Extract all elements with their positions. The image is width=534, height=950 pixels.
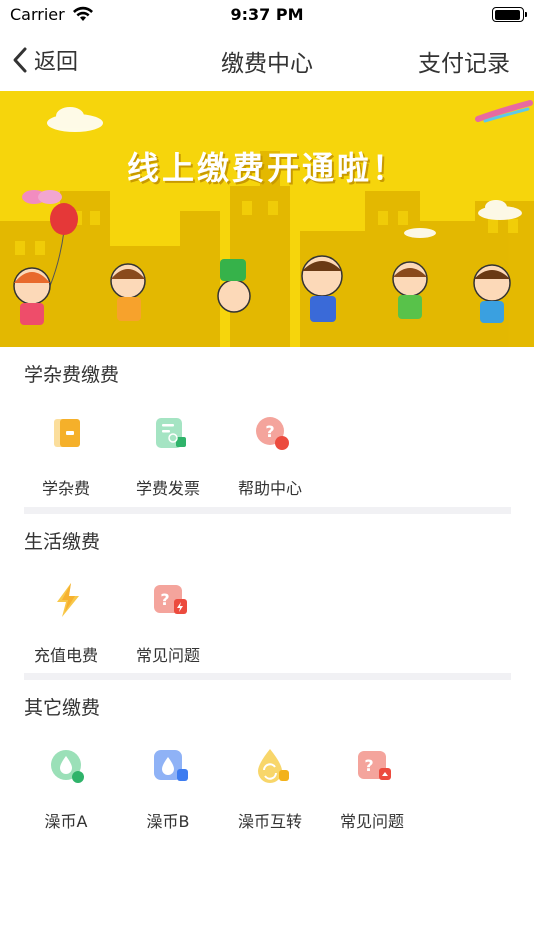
payment-records-button[interactable]: 支付记录 [418, 44, 510, 78]
section-title-other: 其它缴费 [24, 697, 101, 719]
bath-coin-transfer-label: 澡币互转 [237, 812, 302, 831]
invoice-icon [156, 418, 186, 448]
exchange-icon [258, 749, 289, 783]
bath-coin-b-button[interactable]: 澡币B [116, 738, 220, 834]
faq-button[interactable]: ? 常见问题 [320, 738, 424, 834]
faq-label: 常见问题 [339, 812, 404, 831]
tuition-button[interactable]: 学杂费 [14, 405, 118, 501]
water-drop-icon [154, 750, 188, 781]
svg-text:?: ? [265, 422, 274, 441]
electricity-recharge-button[interactable]: 充值电费 [14, 572, 118, 668]
tuition-label: 学杂费 [41, 479, 90, 498]
help-center-label: 帮助中心 [237, 479, 302, 498]
lightning-icon [57, 583, 79, 617]
tuition-icon [54, 419, 80, 447]
status-bar: Carrier 9:37 PM [0, 0, 534, 30]
water-drop-icon [51, 750, 84, 783]
section-divider [24, 673, 511, 680]
bath-coin-a-label: 澡币A [44, 812, 88, 831]
faq-button[interactable]: ? 常见问题 [116, 572, 220, 668]
bath-coin-a-button[interactable]: 澡币A [14, 738, 118, 834]
tuition-invoice-button[interactable]: 学费发票 [116, 405, 220, 501]
faq-icon: ? [358, 751, 391, 780]
help-center-button[interactable]: ? 帮助中心 [218, 405, 322, 501]
faq-icon: ? [154, 585, 187, 614]
section-title-tuition: 学杂费缴费 [24, 364, 120, 386]
faq-label: 常见问题 [135, 646, 200, 665]
navigation-bar: 返回 缴费中心 支付记录 [0, 30, 534, 90]
battery-icon [492, 7, 527, 22]
tuition-invoice-label: 学费发票 [135, 479, 200, 498]
status-time: 9:37 PM [230, 5, 304, 24]
svg-text:?: ? [160, 590, 169, 609]
electricity-recharge-label: 充值电费 [33, 646, 98, 665]
banner-illustration [0, 100, 534, 347]
help-icon: ? [256, 417, 289, 450]
section-divider [24, 507, 511, 514]
svg-text:?: ? [364, 756, 373, 775]
bath-coin-transfer-button[interactable]: 澡币互转 [218, 738, 322, 834]
banner-headline: 线上缴费开通啦！ [126, 149, 407, 187]
section-title-living: 生活缴费 [24, 531, 101, 553]
bath-coin-b-label: 澡币B [146, 812, 190, 831]
promo-banner[interactable]: 线上缴费开通啦！ [0, 91, 534, 347]
